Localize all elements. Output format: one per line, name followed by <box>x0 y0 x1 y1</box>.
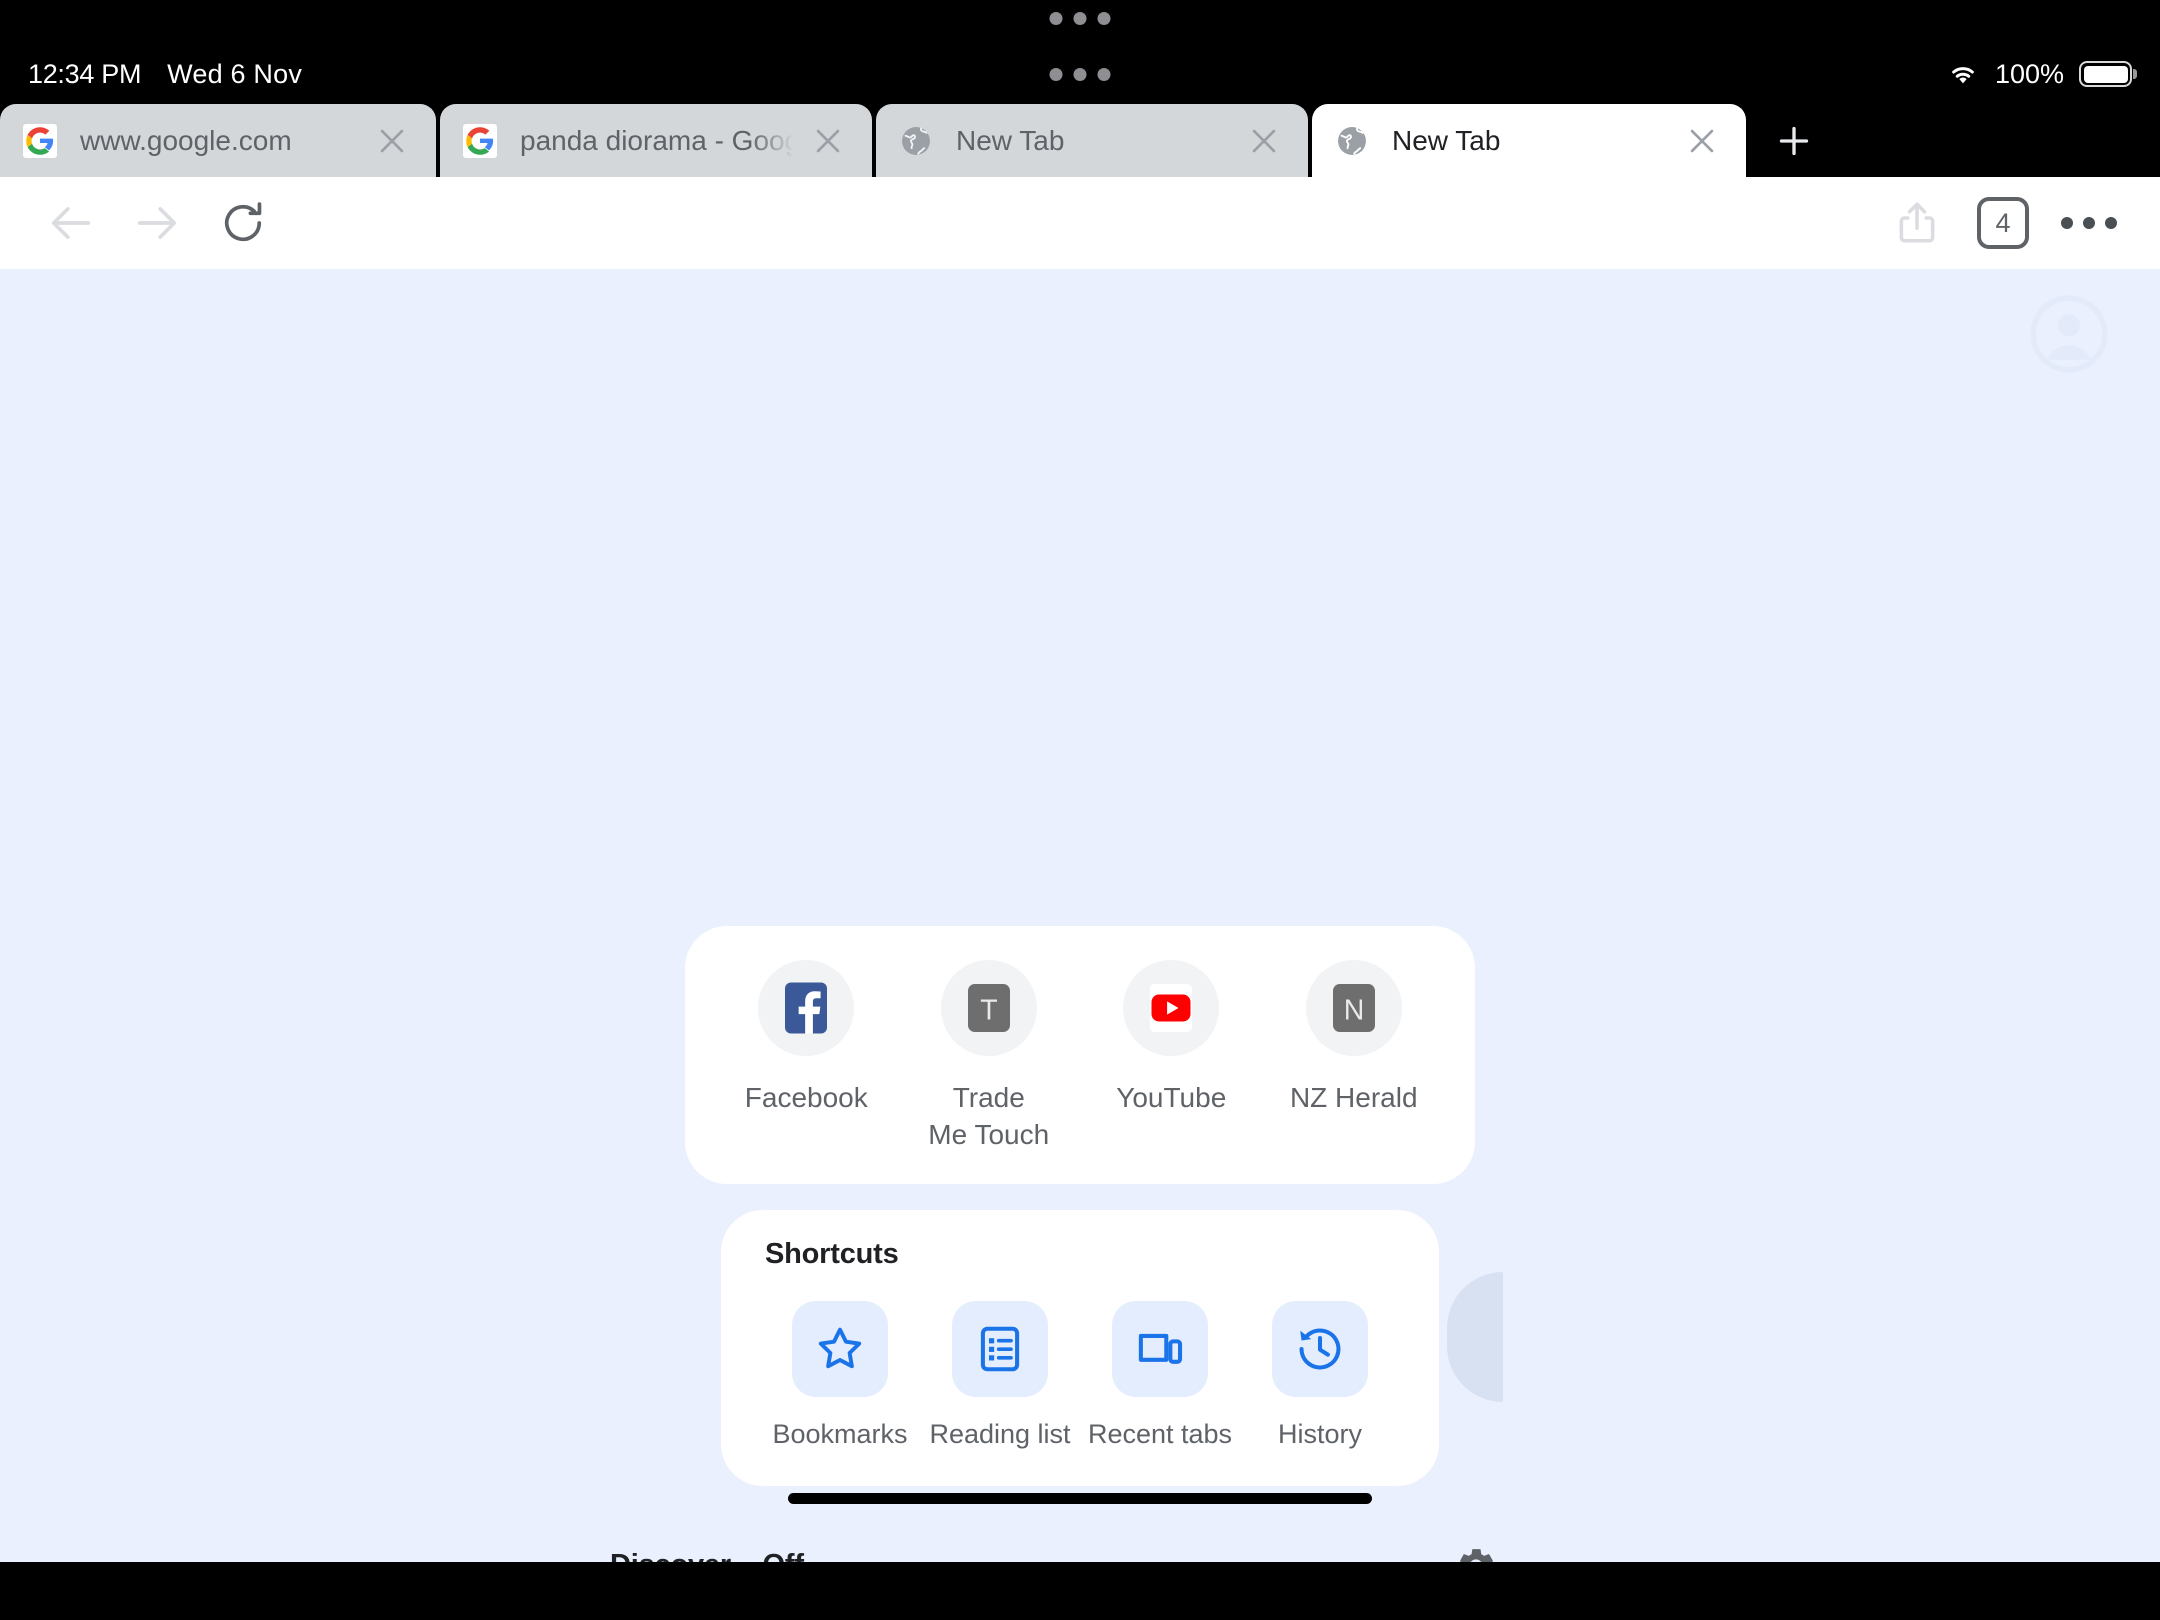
carousel-next-edge[interactable] <box>1447 1271 1503 1402</box>
shortcuts-title: Shortcuts <box>765 1237 899 1270</box>
recent-tabs-icon <box>1112 1300 1208 1397</box>
svg-text:N: N <box>1343 994 1364 1026</box>
shortcut-label: Reading list <box>929 1418 1071 1449</box>
close-icon[interactable] <box>802 115 854 167</box>
close-icon[interactable] <box>366 115 418 167</box>
trademe-icon: T <box>940 960 1037 1056</box>
nzherald-icon: N <box>1305 960 1402 1056</box>
most-visited-tile-youtube[interactable]: YouTube <box>1086 960 1256 1154</box>
status-time: 12:34 PM <box>28 58 142 89</box>
close-icon[interactable] <box>1676 115 1728 167</box>
back-arrow-icon[interactable] <box>28 180 114 266</box>
reload-icon[interactable] <box>200 180 286 266</box>
google-favicon <box>462 123 498 159</box>
browser-tab-google[interactable]: www.google.com <box>0 104 436 177</box>
discover-label: Discover – Off <box>610 1549 804 1562</box>
wifi-icon <box>1946 61 1980 87</box>
close-icon[interactable] <box>1238 115 1290 167</box>
handle-dot <box>1049 68 1063 81</box>
svg-text:T: T <box>980 994 997 1026</box>
shortcut-history[interactable]: History <box>1245 1300 1395 1450</box>
window-handle-dots[interactable] <box>1049 68 1111 81</box>
facebook-icon <box>758 960 855 1056</box>
account-avatar-icon[interactable] <box>2026 291 2112 377</box>
most-visited-tile-nzherald[interactable]: N NZ Herald <box>1269 960 1439 1154</box>
shortcut-bookmarks[interactable]: Bookmarks <box>765 1300 915 1450</box>
history-clock-icon <box>1272 1300 1368 1397</box>
star-icon <box>792 1300 888 1397</box>
shortcut-recent-tabs[interactable]: Recent tabs <box>1085 1300 1235 1450</box>
new-tab-button[interactable] <box>1756 104 1832 177</box>
shortcut-label: Bookmarks <box>772 1418 908 1449</box>
tab-count-label: 4 <box>1977 197 2029 249</box>
handle-dot <box>1097 12 1111 25</box>
battery-percent-label: 100% <box>1994 58 2064 89</box>
shortcut-label: History <box>1277 1418 1362 1449</box>
browser-tab-new-tab-active[interactable]: New Tab <box>1312 104 1746 177</box>
menu-dot <box>2061 217 2073 229</box>
youtube-icon <box>1123 960 1220 1056</box>
most-visited-tile-facebook[interactable]: Facebook <box>721 960 891 1154</box>
ntp-content: Facebook T Trade Me Touch YouTube N NZ H… <box>580 926 1580 1562</box>
handle-dot <box>1097 68 1111 81</box>
tab-title: New Tab <box>956 124 1065 156</box>
most-visited-label: Trade Me Touch <box>928 1082 1050 1150</box>
shortcut-reading-list[interactable]: Reading list <box>925 1300 1075 1450</box>
handle-dot <box>1073 68 1087 81</box>
browser-tab-panda-diorama[interactable]: panda diorama - Google S <box>440 104 872 177</box>
battery-full-icon <box>2079 61 2132 87</box>
most-visited-tile-trademe[interactable]: T Trade Me Touch <box>904 960 1074 1154</box>
discover-row: Discover – Off <box>580 1544 1580 1562</box>
menu-dot <box>2083 217 2095 229</box>
status-bar-right: 100% <box>1946 59 2132 90</box>
tab-counter-button[interactable]: 4 <box>1960 180 2046 266</box>
most-visited-label: Facebook <box>744 1082 868 1113</box>
most-visited-card: Facebook T Trade Me Touch YouTube N NZ H… <box>685 926 1475 1184</box>
shortcuts-card: Shortcuts Bookmarks Reading list Recent … <box>721 1209 1503 1486</box>
google-favicon <box>22 123 58 159</box>
tab-title: www.google.com <box>80 124 292 156</box>
browser-toolbar: 4 <box>0 177 2160 269</box>
forward-arrow-icon[interactable] <box>114 180 200 266</box>
more-options-icon[interactable] <box>2046 180 2132 266</box>
handle-dot <box>1073 12 1087 25</box>
menu-dot <box>2105 217 2117 229</box>
most-visited-label: YouTube <box>1116 1082 1227 1113</box>
multitask-handle-dots[interactable] <box>1049 12 1111 25</box>
tab-title: New Tab <box>1392 124 1501 156</box>
browser-tab-new-tab-1[interactable]: New Tab <box>876 104 1308 177</box>
share-icon[interactable] <box>1874 180 1960 266</box>
most-visited-label: NZ Herald <box>1289 1082 1418 1113</box>
reading-list-icon <box>952 1300 1048 1397</box>
home-indicator[interactable] <box>788 1493 1372 1504</box>
status-date: Wed 6 Nov <box>167 58 303 89</box>
shortcut-label: Recent tabs <box>1087 1418 1233 1449</box>
gear-icon[interactable] <box>1454 1544 1498 1562</box>
tab-strip: www.google.com panda diorama - Google S <box>0 102 2160 177</box>
handle-dot <box>1049 12 1063 25</box>
globe-favicon <box>898 123 934 159</box>
status-bar-left: 12:34 PM Wed 6 Nov <box>28 59 302 90</box>
new-tab-page: Facebook T Trade Me Touch YouTube N NZ H… <box>0 269 2160 1562</box>
tablet-device-frame: 12:34 PM Wed 6 Nov 100% www.google.com p… <box>0 0 2160 1620</box>
tab-title: panda diorama - Google S <box>520 124 794 156</box>
globe-favicon <box>1334 123 1370 159</box>
shortcuts-row: Bookmarks Reading list Recent tabs Histo… <box>765 1300 1395 1450</box>
